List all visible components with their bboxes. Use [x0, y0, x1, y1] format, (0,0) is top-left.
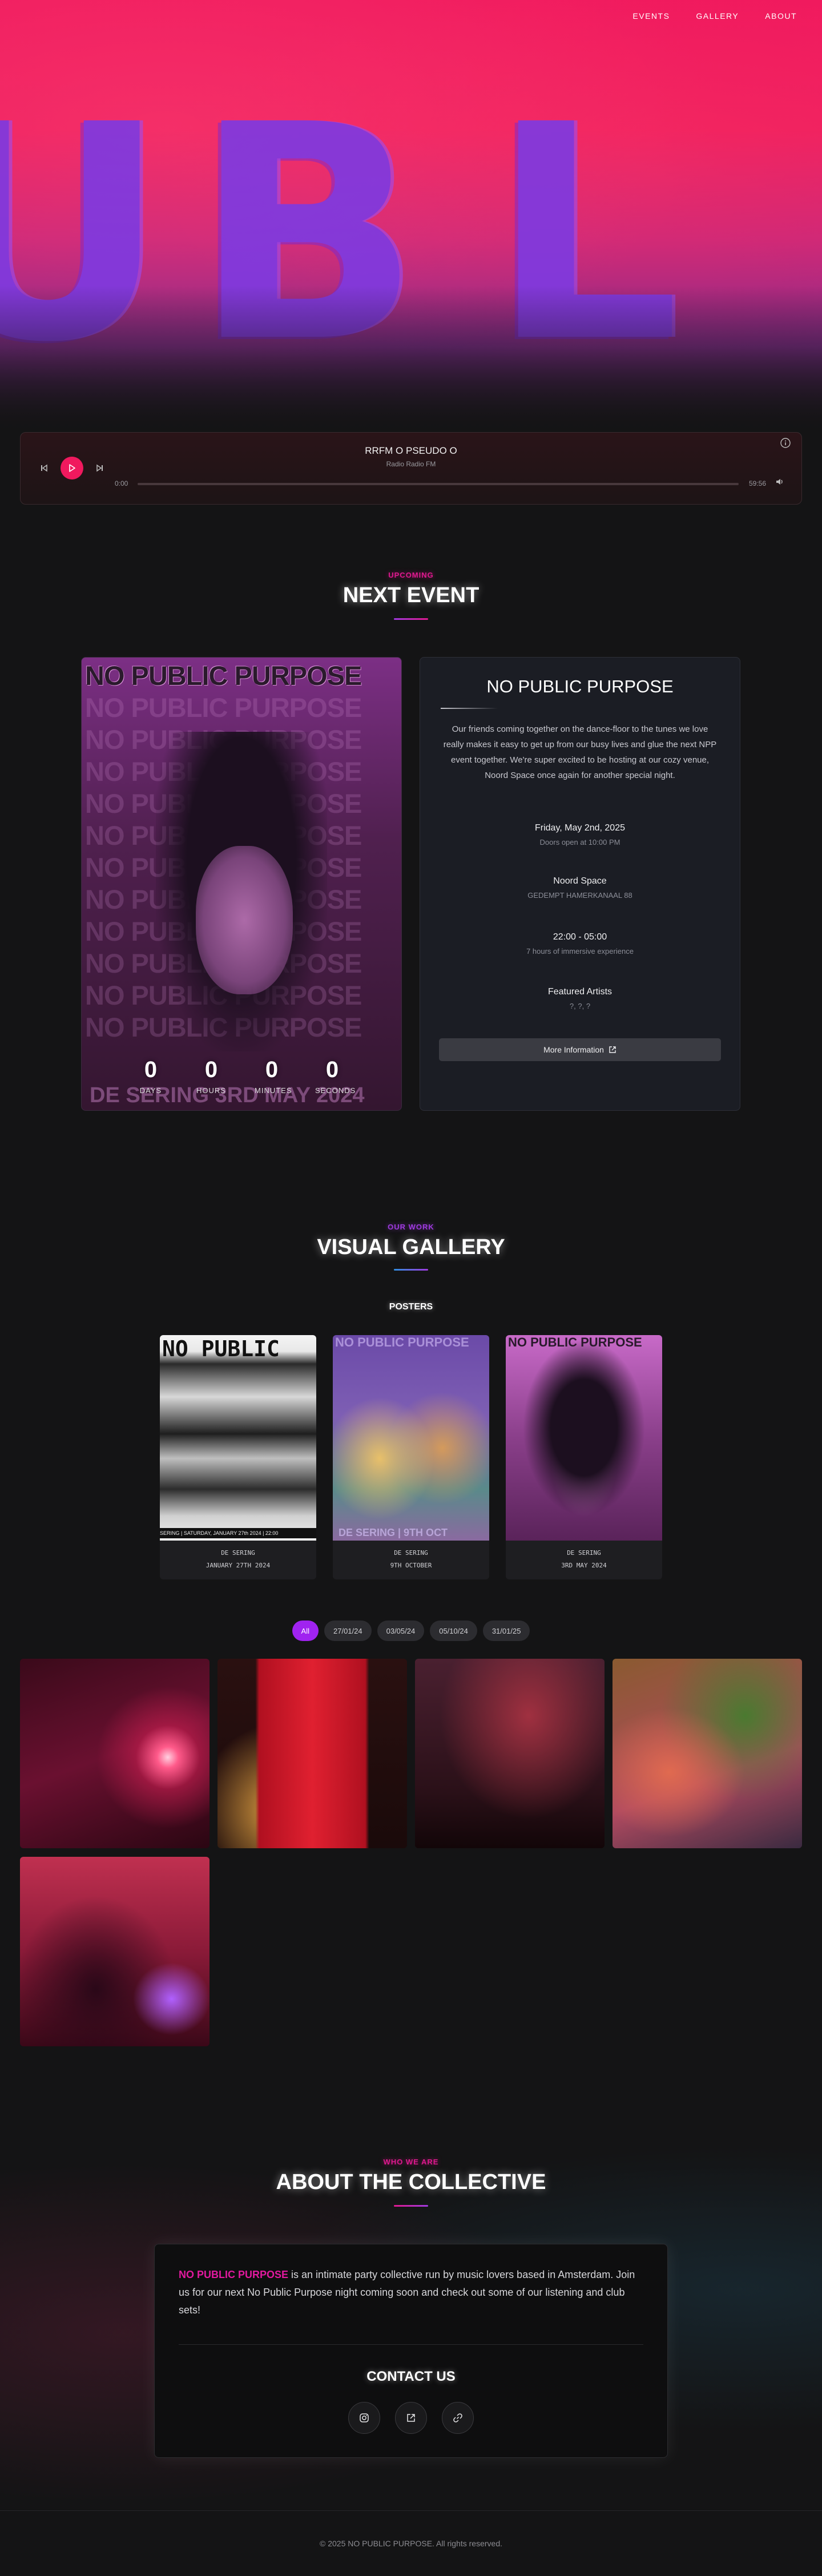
external-link-icon — [609, 1046, 616, 1053]
poster-face — [196, 846, 293, 994]
gallery-title: VISUAL GALLERY — [317, 1235, 505, 1259]
nav-gallery[interactable]: GALLERY — [696, 11, 739, 21]
event-time: 22:00 - 05:00 — [553, 932, 607, 942]
nav-events[interactable]: EVENTS — [632, 11, 670, 21]
countdown-hours: 0 HOURS — [196, 1057, 226, 1095]
posters-label: POSTERS — [389, 1302, 433, 1312]
poster-art-text: NO PUBLIC — [162, 1336, 280, 1361]
gallery-photo[interactable] — [20, 1659, 209, 1848]
gallery-photo[interactable] — [20, 1857, 209, 2046]
poster-caption-date: JANUARY 27TH 2024 — [206, 1562, 271, 1569]
about-description: NO PUBLIC PURPOSE is an intimate party c… — [179, 2266, 643, 2319]
time-total: 59:56 — [748, 479, 766, 487]
event-name: NO PUBLIC PURPOSE — [486, 676, 674, 696]
poster-strip: SERING | SATURDAY, JANUARY 27th 2024 | 2… — [160, 1528, 316, 1538]
event-time-block: 22:00 - 05:00 7 hours of immersive exper… — [420, 932, 740, 956]
event-kicker: UPCOMING — [388, 571, 434, 579]
countdown: 0 DAYS 0 HOURS 0 MINUTES 0 SECONDS — [82, 1057, 401, 1095]
social-links — [155, 2402, 667, 2434]
event-venue: Noord Space — [553, 876, 607, 886]
event-venue-block: Noord Space GEDEMPT HAMERKANAAL 88 — [420, 876, 740, 900]
track-title: RRFM O PSEUDO O — [365, 445, 457, 456]
footer-divider — [0, 2510, 822, 2511]
poster-caption-venue: DE SERING — [567, 1549, 601, 1557]
poster-art-text: NO PUBLIC PURPOSE — [508, 1335, 642, 1349]
event-name-underline — [441, 708, 498, 709]
gallery-photo[interactable] — [217, 1659, 407, 1848]
poster-caption-venue: DE SERING — [394, 1549, 428, 1557]
poster-headline: NO PUBLIC PURPOSE — [85, 660, 362, 691]
link-icon — [453, 2413, 462, 2422]
contact-title: CONTACT US — [366, 2369, 456, 2384]
top-nav: EVENTS GALLERY ABOUT — [632, 11, 797, 21]
external-link-icon — [407, 2414, 415, 2422]
more-information-button[interactable]: More Information — [439, 1038, 721, 1061]
gallery-filters: All 27/01/24 03/05/24 05/10/24 31/01/25 — [0, 1620, 822, 1641]
countdown-minutes: 0 MINUTES — [255, 1057, 292, 1095]
gallery-photo[interactable] — [613, 1659, 802, 1848]
event-artists-block: Featured Artists ?, ?, ? — [420, 987, 740, 1010]
filter-chip[interactable]: 03/05/24 — [377, 1620, 425, 1641]
link-button[interactable] — [442, 2402, 474, 2434]
poster-artwork: NO PUBLIC PURPOSE — [506, 1335, 662, 1541]
footer-copyright: © 2025 NO PUBLIC PURPOSE. All rights res… — [320, 2539, 502, 2548]
hero-banner: U B L — [0, 0, 822, 434]
event-doors: Doors open at 10:00 PM — [539, 838, 620, 846]
gallery-title-underline — [394, 1269, 428, 1271]
gallery-photo[interactable] — [415, 1659, 605, 1848]
event-description: Our friends coming together on the dance… — [443, 724, 717, 780]
gallery-poster[interactable]: NO PUBLIC SERING | SATURDAY, JANUARY 27t… — [160, 1335, 316, 1579]
hero-fade — [0, 285, 822, 434]
filter-chip[interactable]: 27/01/24 — [324, 1620, 372, 1641]
event-title: NEXT EVENT — [342, 583, 480, 607]
event-details-card: NO PUBLIC PURPOSE Our friends coming tog… — [420, 657, 740, 1111]
event-title-underline — [394, 618, 428, 620]
poster-artwork: NO PUBLIC PURPOSE DE SERING | 9TH OCT — [333, 1335, 489, 1541]
filter-chip[interactable]: 05/10/24 — [430, 1620, 477, 1641]
info-icon[interactable] — [780, 437, 791, 449]
gallery-kicker: OUR WORK — [388, 1223, 434, 1231]
poster-artwork: NO PUBLIC SERING | SATURDAY, JANUARY 27t… — [160, 1335, 316, 1541]
filter-chip[interactable]: 31/01/25 — [482, 1620, 530, 1641]
time-current: 0:00 — [115, 479, 128, 487]
countdown-seconds: 0 SECONDS — [315, 1057, 356, 1095]
radio-player: RRFM O PSEUDO O Radio Radio FM 0:00 59:5… — [20, 432, 802, 505]
event-date: Friday, May 2nd, 2025 — [534, 823, 625, 833]
filter-chip-all[interactable]: All — [292, 1620, 319, 1641]
event-date-block: Friday, May 2nd, 2025 Doors open at 10:0… — [420, 823, 740, 846]
poster-caption-venue: DE SERING — [221, 1549, 255, 1557]
event-artists-label: Featured Artists — [547, 987, 613, 997]
progress-bar[interactable] — [138, 483, 739, 485]
event-artists: ?, ?, ? — [569, 1002, 591, 1010]
about-title: ABOUT THE COLLECTIVE — [276, 2170, 546, 2194]
about-brand-name: NO PUBLIC PURPOSE — [179, 2269, 289, 2280]
gallery-poster[interactable]: NO PUBLIC PURPOSE DE SERING 3RD MAY 2024 — [506, 1335, 662, 1579]
poster-art-text: NO PUBLIC PURPOSE — [335, 1335, 469, 1349]
poster-strip: DE SERING | 9TH OCT — [339, 1527, 448, 1538]
station-name: Radio Radio FM — [386, 460, 436, 468]
event-poster[interactable]: NO PUBLIC PURPOSE NO PUBLIC PURPOSE NO P… — [81, 657, 402, 1111]
volume-icon[interactable] — [775, 477, 784, 489]
nav-about[interactable]: ABOUT — [765, 11, 797, 21]
more-information-label: More Information — [543, 1045, 604, 1054]
about-divider — [179, 2344, 643, 2345]
about-card: NO PUBLIC PURPOSE is an intimate party c… — [154, 2244, 668, 2458]
poster-repeat-text: NO PUBLIC PURPOSE — [85, 692, 362, 723]
gallery-poster[interactable]: NO PUBLIC PURPOSE DE SERING | 9TH OCT DE… — [333, 1335, 489, 1579]
countdown-days: 0 DAYS — [139, 1057, 162, 1095]
external-link-button[interactable] — [395, 2402, 427, 2434]
instagram-button[interactable] — [348, 2402, 380, 2434]
instagram-icon — [360, 2413, 369, 2422]
poster-caption-date: 9TH OCTOBER — [390, 1562, 432, 1569]
poster-caption-date: 3RD MAY 2024 — [561, 1562, 607, 1569]
about-kicker: WHO WE ARE — [383, 2158, 439, 2166]
event-duration: 7 hours of immersive experience — [526, 947, 634, 956]
event-address: GEDEMPT HAMERKANAAL 88 — [527, 891, 632, 900]
about-title-underline — [394, 2205, 428, 2207]
